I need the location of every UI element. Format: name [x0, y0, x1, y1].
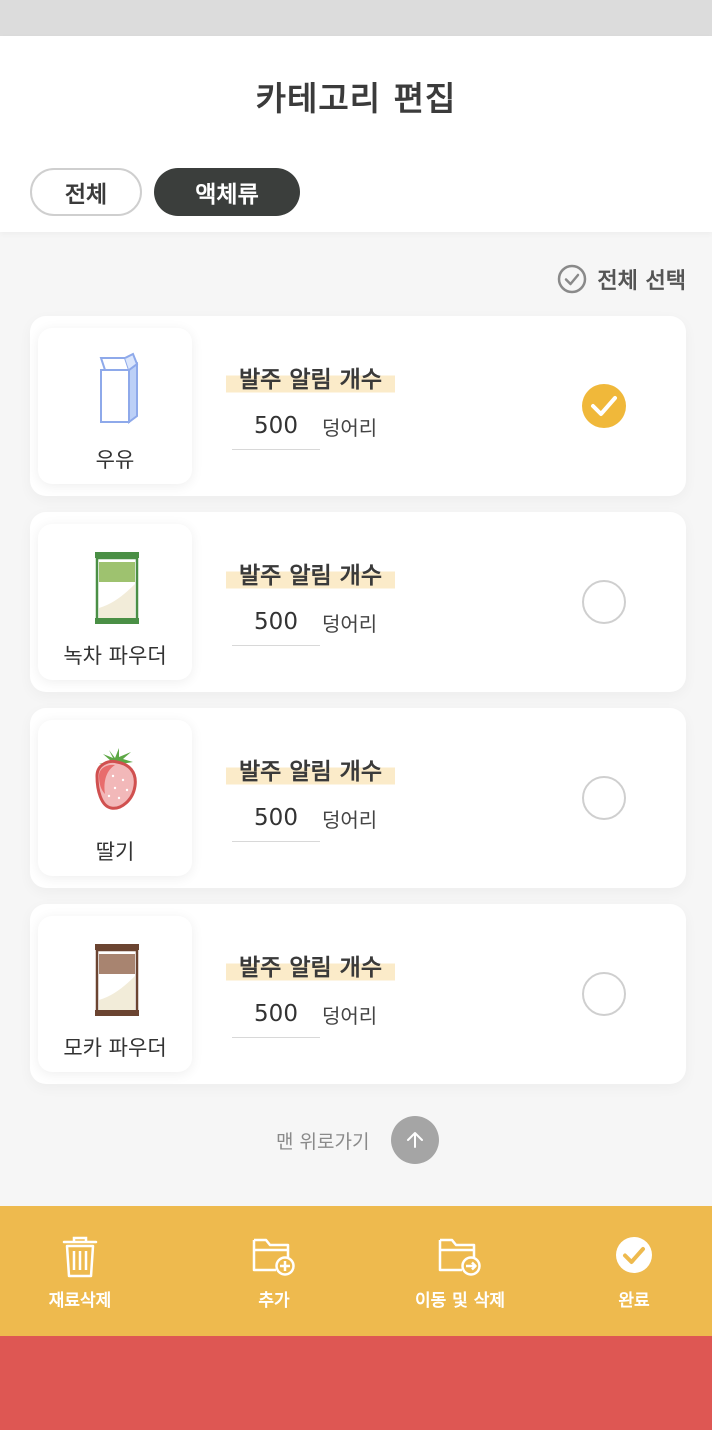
ingredient-thumb[interactable]: 모카 파우더	[38, 916, 192, 1072]
ingredient-name: 모카 파우더	[63, 1036, 167, 1060]
alert-count-label: 발주 알림 개수	[226, 752, 395, 786]
select-all-label: 전체 선택	[597, 269, 686, 294]
ingredient-name: 우유	[95, 448, 135, 472]
unit-label: 덩어리	[322, 612, 378, 636]
header: 카테고리 편집 전체 액체류	[0, 36, 712, 232]
quantity-input[interactable]: 500	[232, 994, 320, 1038]
delete-ingredient-button[interactable]: 재료삭제	[30, 1206, 130, 1336]
folder-move-icon	[438, 1238, 481, 1276]
milk-carton-icon	[99, 352, 139, 424]
alert-count-label: 발주 알림 개수	[226, 556, 395, 590]
scroll-to-top: 맨 위로가기	[276, 1116, 440, 1164]
page-title: 카테고리 편집	[255, 79, 457, 118]
ingredient-card: 녹차 파우더 발주 알림 개수 500 덩어리	[30, 512, 686, 692]
ingredient-thumb[interactable]: 딸기	[38, 720, 192, 876]
folder-add-icon	[252, 1238, 295, 1276]
unit-label: 덩어리	[322, 808, 378, 832]
check-circle-icon	[616, 1237, 652, 1273]
scroll-to-top-button[interactable]	[391, 1116, 440, 1164]
checkmark-icon	[591, 396, 617, 416]
tab-all[interactable]: 전체	[30, 168, 142, 216]
green-tea-powder-bag-icon	[95, 552, 139, 624]
alert-count-label: 발주 알림 개수	[226, 360, 395, 394]
status-bar	[0, 0, 712, 36]
ingredient-name: 딸기	[95, 840, 135, 864]
mocha-powder-bag-icon	[95, 944, 139, 1016]
ingredient-thumb[interactable]: 녹차 파우더	[38, 524, 192, 680]
done-label: 완료	[618, 1291, 650, 1311]
scroll-to-top-label: 맨 위로가기	[276, 1130, 370, 1153]
move-delete-label: 이동 및 삭제	[414, 1291, 506, 1311]
unit-label: 덩어리	[322, 1004, 378, 1028]
bottom-toolbar: 재료삭제 추가 이동 및 삭제 완료	[0, 1206, 712, 1336]
ingredient-card: 우유 발주 알림 개수 500 덩어리	[30, 316, 686, 496]
ingredient-card: 딸기 발주 알림 개수 500 덩어리	[30, 708, 686, 888]
unit-label: 덩어리	[322, 416, 378, 440]
item-checkbox-checked[interactable]	[582, 384, 626, 428]
trash-icon	[62, 1236, 98, 1278]
select-all-button[interactable]: 전체 선택	[557, 263, 686, 295]
delete-ingredient-label: 재료삭제	[48, 1291, 112, 1311]
item-checkbox[interactable]	[582, 580, 626, 624]
quantity-input[interactable]: 500	[232, 406, 320, 450]
ingredient-card: 모카 파우더 발주 알림 개수 500 덩어리	[30, 904, 686, 1084]
tab-liquid[interactable]: 액체류	[154, 168, 300, 216]
bottom-red-bar	[0, 1336, 712, 1430]
alert-count-label: 발주 알림 개수	[226, 948, 395, 982]
add-button[interactable]: 추가	[224, 1206, 324, 1336]
add-label: 추가	[258, 1291, 290, 1311]
ingredient-thumb[interactable]: 우유	[38, 328, 192, 484]
strawberry-icon	[95, 748, 137, 810]
quantity-input[interactable]: 500	[232, 798, 320, 842]
item-checkbox[interactable]	[582, 972, 626, 1016]
check-circle-icon	[558, 264, 587, 294]
move-delete-button[interactable]: 이동 및 삭제	[400, 1206, 520, 1336]
done-button[interactable]: 완료	[584, 1206, 684, 1336]
ingredient-name: 녹차 파우더	[63, 644, 167, 668]
arrow-up-icon	[407, 1132, 424, 1148]
item-checkbox[interactable]	[582, 776, 626, 820]
quantity-input[interactable]: 500	[232, 602, 320, 646]
